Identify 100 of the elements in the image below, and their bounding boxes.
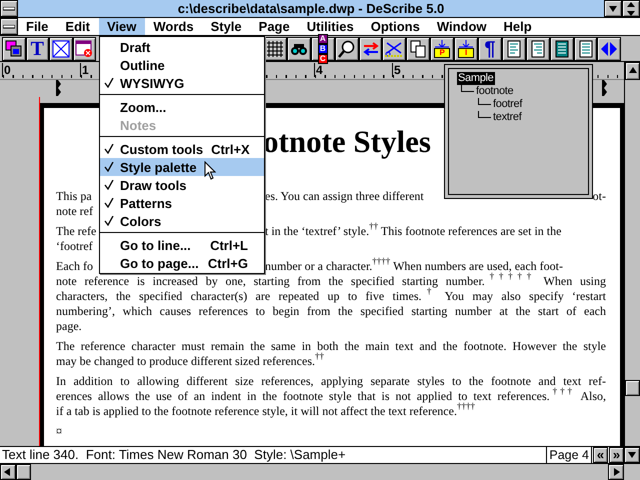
body-text-line: numbering’, which causes references to begin from the specified starting number at the start of each: [56, 304, 606, 319]
next-page-button[interactable]: »: [609, 447, 624, 463]
menu-item[interactable]: Custom tools Ctrl+X: [100, 140, 264, 158]
menu-title[interactable]: Words: [145, 18, 203, 35]
body-text-line: ot-: [592, 189, 606, 204]
ruler-number: 5: [392, 63, 401, 77]
vertical-scrollbar[interactable]: [624, 62, 640, 446]
menu-title[interactable]: File: [18, 18, 58, 35]
up-arrow-icon: [628, 66, 638, 76]
body-text-line: number or a character.$^{††††}$ When numbers are used, each foot-: [265, 259, 563, 273]
cross-box-icon: [52, 40, 70, 58]
menu-title[interactable]: Style: [202, 18, 251, 35]
left-arrow-icon: [3, 467, 13, 477]
body-text-line: erences allows the use of an indent in the footnote style that is not applied to text references.$^{†††}$ Also,: [56, 389, 606, 403]
menu-item[interactable]: Draw tools: [100, 176, 264, 194]
menu-item[interactable]: Zoom...: [100, 98, 264, 116]
status-text: Text line 340. Font: Times New Roman 30 Style: \Sample+: [1, 447, 347, 463]
scissors-icon: [385, 40, 404, 58]
menu-item[interactable]: Go to line... Ctrl+L: [100, 236, 264, 254]
menu-item[interactable]: Colors: [100, 212, 264, 230]
tree-item[interactable]: footnote: [475, 85, 514, 98]
scroll-up-button[interactable]: [625, 62, 640, 80]
body-text-line: note ref: [56, 204, 93, 219]
tool-button[interactable]: [550, 36, 574, 60]
ruler-number: 0: [2, 63, 11, 77]
system-menu-icon: [3, 6, 15, 10]
menu-item[interactable]: Draft: [100, 38, 264, 56]
document-heading: otnote Styles: [263, 124, 432, 160]
menu-title[interactable]: View: [98, 18, 146, 35]
pilcrow-icon: ¶: [484, 38, 496, 58]
tool-button[interactable]: [597, 36, 622, 60]
tool-button[interactable]: [49, 36, 72, 60]
window-close-icon: [75, 40, 94, 58]
tree-item[interactable]: textref: [492, 111, 522, 124]
tree-item[interactable]: Sample: [457, 72, 494, 85]
menu-item[interactable]: Style palette: [100, 158, 264, 176]
scroll-thumb[interactable]: [625, 380, 640, 396]
document-menu-button[interactable]: [0, 18, 18, 35]
system-menu-icon: [3, 24, 15, 28]
right-arrow-icon: [611, 467, 621, 477]
tool-button[interactable]: ¶: [478, 36, 502, 60]
text-tool-icon: T: [30, 38, 44, 58]
down-arrow-icon: [627, 450, 637, 460]
ruler-number: 4: [314, 63, 323, 77]
body-text-line: The refe: [56, 224, 96, 238]
menu-item[interactable]: Patterns: [100, 194, 264, 212]
menu-title[interactable]: Window: [428, 18, 496, 35]
tool-button[interactable]: [358, 36, 382, 60]
tool-button[interactable]: [72, 36, 96, 60]
system-menu-button[interactable]: [0, 0, 18, 17]
ruler-number: 1: [80, 63, 89, 77]
tool-button[interactable]: [574, 36, 598, 60]
arrows-icon: [362, 40, 380, 58]
menu-title[interactable]: Options: [362, 18, 429, 35]
minimize-button[interactable]: [604, 0, 622, 17]
left-right-arrows-icon: [600, 40, 618, 58]
menu-item[interactable]: WYSIWYG: [100, 74, 264, 92]
scroll-left-button[interactable]: [0, 464, 16, 480]
page-indicator: Page 4: [546, 447, 592, 463]
mouse-pointer-icon: [204, 161, 216, 180]
scroll-thumb[interactable]: [16, 464, 31, 480]
body-text-line: ‘footref: [56, 239, 93, 254]
body-text-line: characters, the specified character(s) are repeated up to five times.$^{†}$ You may also specify ‘restart: [56, 289, 606, 304]
tool-button[interactable]: [382, 36, 406, 60]
tool-button[interactable]: [526, 36, 550, 60]
body-text-line: The reference character must remain the same in both the main text and the footnote. However the style: [56, 339, 606, 353]
menu-title[interactable]: Edit: [57, 18, 99, 35]
body-text-line: t in the ‘textref’ style.$^{††}$ This footnote references are set in the: [265, 224, 562, 239]
tool-button[interactable]: [406, 36, 430, 60]
restore-button[interactable]: [622, 0, 640, 17]
menu-title[interactable]: Page: [250, 18, 299, 35]
justify-icon: [552, 40, 571, 58]
body-text-line: Each fo: [56, 259, 93, 273]
scroll-down-button[interactable]: [624, 447, 640, 463]
scroll-right-button[interactable]: [608, 464, 624, 480]
copy-icon: [409, 40, 428, 58]
magnifier-icon: [338, 40, 356, 58]
tree-item[interactable]: footref: [492, 98, 524, 111]
tool-button[interactable]: [334, 36, 359, 60]
tool-button[interactable]: [286, 36, 311, 60]
window-title: c:\describe\data\sample.dwp - DeScribe 5.0: [176, 0, 446, 17]
body-text-line: note reference is increased by one, starting from the specified starting number.$^{†††††}$ When using: [56, 274, 606, 288]
menu-item[interactable]: Go to page... Ctrl+G: [100, 254, 264, 272]
tool-button[interactable]: T: [26, 36, 49, 60]
align-left-icon: [504, 40, 523, 58]
menu-title[interactable]: Help: [496, 18, 541, 35]
end-mark: ¤: [56, 424, 62, 439]
justify-icon: [576, 40, 595, 58]
body-text-line: page.: [56, 319, 82, 334]
tool-button[interactable]: [2, 36, 26, 60]
menu-title[interactable]: Utilities: [298, 18, 363, 35]
align-right-icon: [528, 40, 547, 58]
indent-marker-icon: [602, 80, 608, 97]
previous-page-button[interactable]: «: [593, 447, 608, 463]
menu-item[interactable]: Outline: [100, 56, 264, 74]
tool-button[interactable]: [502, 36, 526, 60]
body-text-line: if a tab is applied to the footnote reference style, it will not affect the text reference.$^{††††}$: [56, 404, 475, 419]
frames-icon: [4, 40, 23, 58]
body-text-line: may be changed to produce different sized references.$^{††}$: [56, 354, 324, 369]
body-text-line: This pa: [56, 189, 92, 203]
